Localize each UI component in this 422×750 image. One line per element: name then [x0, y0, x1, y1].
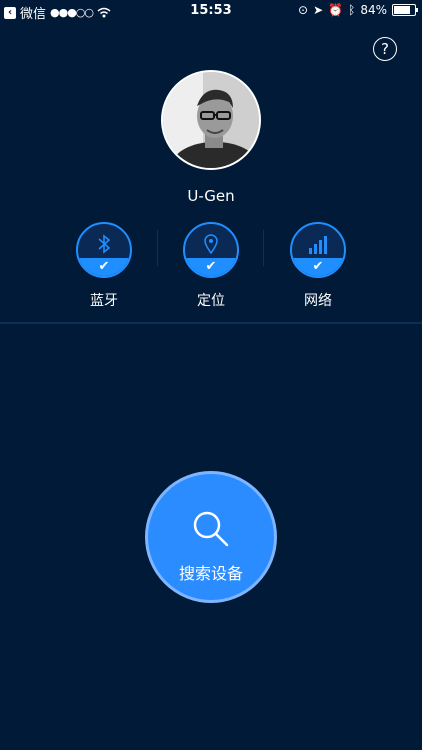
check-icon: ✔ — [205, 259, 217, 274]
status-bluetooth[interactable]: ✔ 蓝牙 — [74, 222, 134, 310]
divider — [263, 230, 264, 266]
status-circle: ✔ — [76, 222, 132, 278]
alarm-icon: ⏰ — [328, 3, 344, 17]
bluetooth-status-icon: ᛒ — [348, 3, 356, 17]
status-bar: ‹ 微信 ●●●○○ 15:53 ⊙ ➤ ⏰ ᛒ 84% — [0, 0, 422, 22]
status-label: 网络 — [304, 293, 332, 309]
status-network[interactable]: ✔ 网络 — [288, 222, 348, 310]
rotation-lock-icon: ⊙ — [298, 3, 309, 17]
question-icon: ? — [381, 40, 389, 58]
status-circle: ✔ — [290, 222, 346, 278]
section-divider — [0, 322, 422, 324]
location-icon — [185, 234, 237, 258]
search-devices-button[interactable]: 搜索设备 — [145, 471, 277, 603]
avatar-photo — [163, 72, 259, 168]
location-arrow-icon: ➤ — [313, 3, 324, 17]
status-label: 定位 — [197, 293, 225, 309]
help-button[interactable]: ? — [373, 37, 397, 61]
divider — [157, 230, 158, 266]
search-devices-label: 搜索设备 — [178, 564, 243, 583]
check-icon: ✔ — [312, 259, 324, 274]
status-location[interactable]: ✔ 定位 — [181, 222, 241, 310]
battery-icon — [392, 4, 418, 16]
status-label: 蓝牙 — [90, 293, 118, 309]
check-icon: ✔ — [98, 259, 110, 274]
bluetooth-icon — [78, 234, 130, 258]
search-icon — [192, 510, 230, 552]
avatar[interactable] — [161, 70, 261, 170]
signal-icon — [292, 234, 344, 258]
status-bar-right: ⊙ ➤ ⏰ ᛒ 84% — [298, 3, 418, 17]
status-circle: ✔ — [183, 222, 239, 278]
battery-percent: 84% — [360, 3, 387, 17]
username: U-Gen — [187, 187, 235, 205]
